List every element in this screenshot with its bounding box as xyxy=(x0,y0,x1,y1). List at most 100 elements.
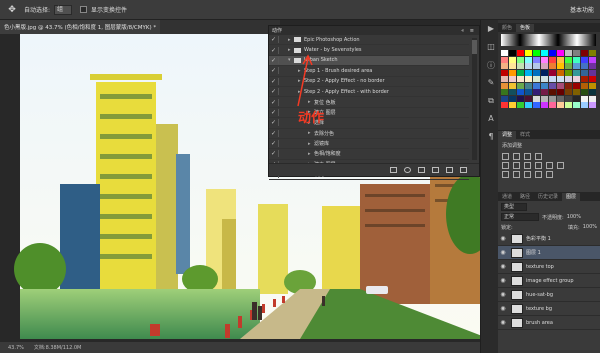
invert-icon[interactable] xyxy=(502,171,509,178)
swatch[interactable] xyxy=(524,76,533,82)
posterize-icon[interactable] xyxy=(513,171,520,178)
action-row[interactable]: ✓ ▸ Epic Photoshop Action xyxy=(269,35,469,46)
brush-icon[interactable]: ✎ xyxy=(484,78,498,92)
toggle-check-icon[interactable]: ✓ xyxy=(269,36,278,43)
swatch[interactable] xyxy=(572,76,581,82)
exposure-icon[interactable] xyxy=(535,153,542,160)
dialog-toggle[interactable] xyxy=(278,119,286,127)
swatch[interactable] xyxy=(516,63,525,69)
toggle-check-icon[interactable]: ✓ xyxy=(269,150,278,157)
swatch[interactable] xyxy=(580,56,589,63)
bw-icon[interactable] xyxy=(535,162,542,169)
swatch[interactable] xyxy=(508,82,517,89)
brightness-icon[interactable] xyxy=(502,153,509,160)
eye-icon[interactable]: ◉ xyxy=(498,291,508,298)
gradient-map-icon[interactable] xyxy=(535,171,542,178)
info-icon[interactable]: ⓘ xyxy=(484,60,498,74)
toggle-check-icon[interactable]: ✓ xyxy=(269,88,278,95)
swatch[interactable] xyxy=(532,63,541,69)
toggle-check-icon[interactable]: ✓ xyxy=(269,57,278,64)
swatch[interactable] xyxy=(540,69,549,76)
dialog-toggle[interactable] xyxy=(278,140,286,148)
hue-sat-icon[interactable] xyxy=(513,162,520,169)
swatch[interactable] xyxy=(508,89,517,95)
dialog-toggle[interactable] xyxy=(278,56,286,64)
dialog-toggle[interactable] xyxy=(278,129,286,137)
dialog-toggle[interactable] xyxy=(278,36,286,44)
swatch[interactable] xyxy=(516,95,525,102)
swatch[interactable] xyxy=(564,56,573,63)
swatch[interactable] xyxy=(588,56,596,63)
toggle-check-icon[interactable]: ✓ xyxy=(269,99,278,106)
swatch[interactable] xyxy=(524,95,533,102)
action-row[interactable]: ✓ ▸ 去除分色 xyxy=(269,129,469,139)
tab-layers[interactable]: 图层 xyxy=(562,193,581,201)
actions-scrollbar[interactable] xyxy=(472,38,477,160)
swatch[interactable] xyxy=(501,56,509,63)
clone-icon[interactable]: ⧉ xyxy=(484,96,498,110)
swatch[interactable] xyxy=(516,69,525,76)
layer-row[interactable]: ◉ image effect group xyxy=(498,274,600,288)
swatch[interactable] xyxy=(564,69,573,76)
tab-styles[interactable]: 样式 xyxy=(516,131,534,139)
swatch[interactable] xyxy=(556,102,565,108)
swatch[interactable] xyxy=(501,50,509,56)
toggle-check-icon[interactable]: ✓ xyxy=(269,67,278,74)
tab-color[interactable]: 颜色 xyxy=(498,24,516,32)
photo-filter-icon[interactable] xyxy=(546,162,553,169)
toggle-check-icon[interactable]: ✓ xyxy=(269,130,278,137)
play-icon[interactable] xyxy=(418,167,425,173)
swatch[interactable] xyxy=(532,82,541,89)
swatch[interactable] xyxy=(548,76,557,82)
swatch[interactable] xyxy=(508,63,517,69)
swatch[interactable] xyxy=(580,50,589,56)
swatch[interactable] xyxy=(532,76,541,82)
toggle-check-icon[interactable]: ✓ xyxy=(269,119,278,126)
tab-adjustments[interactable]: 调整 xyxy=(498,131,517,139)
swatch[interactable] xyxy=(508,69,517,76)
panel-menu-icon[interactable]: « ≡ xyxy=(461,28,476,34)
swatch[interactable] xyxy=(524,89,533,95)
swatch[interactable] xyxy=(588,95,596,102)
swatch[interactable] xyxy=(556,95,565,102)
swatch[interactable] xyxy=(516,50,525,56)
opacity-value[interactable]: 100% xyxy=(567,214,581,220)
swatch[interactable] xyxy=(556,82,565,89)
workspace-switcher[interactable]: 基本功能 xyxy=(570,5,594,14)
swatch[interactable] xyxy=(588,89,596,95)
swatch[interactable] xyxy=(556,76,565,82)
toggle-check-icon[interactable]: ✓ xyxy=(269,78,278,85)
swatch[interactable] xyxy=(516,102,525,108)
eye-icon[interactable]: ◉ xyxy=(498,319,508,326)
eye-icon[interactable]: ◉ xyxy=(498,235,508,242)
swatch[interactable] xyxy=(588,76,596,82)
layer-filter-dropdown[interactable]: 类型 xyxy=(501,202,527,211)
show-transform-checkbox[interactable] xyxy=(80,6,88,13)
swatch[interactable] xyxy=(508,50,517,56)
swatch[interactable] xyxy=(508,56,517,63)
dialog-toggle[interactable] xyxy=(278,98,286,106)
swatch[interactable] xyxy=(580,102,589,108)
swatch[interactable] xyxy=(572,69,581,76)
swatch[interactable] xyxy=(501,76,509,82)
swatch[interactable] xyxy=(548,69,557,76)
swatch[interactable] xyxy=(540,50,549,56)
eye-icon[interactable]: ◉ xyxy=(498,263,508,270)
swatch[interactable] xyxy=(532,50,541,56)
swatch[interactable] xyxy=(572,82,581,89)
swatch[interactable] xyxy=(540,95,549,102)
eye-icon[interactable]: ◉ xyxy=(498,305,508,312)
swatch[interactable] xyxy=(588,50,596,56)
swatch[interactable] xyxy=(524,56,533,63)
swatch[interactable] xyxy=(501,89,509,95)
swatch[interactable] xyxy=(572,102,581,108)
layer-row[interactable]: ◉ hue-sat-bg xyxy=(498,288,600,302)
swatch[interactable] xyxy=(572,50,581,56)
swatch[interactable] xyxy=(501,102,509,108)
swatch[interactable] xyxy=(548,95,557,102)
swatch[interactable] xyxy=(532,95,541,102)
swatch[interactable] xyxy=(588,63,596,69)
swatch[interactable] xyxy=(580,89,589,95)
swatch[interactable] xyxy=(532,89,541,95)
swatch[interactable] xyxy=(564,89,573,95)
